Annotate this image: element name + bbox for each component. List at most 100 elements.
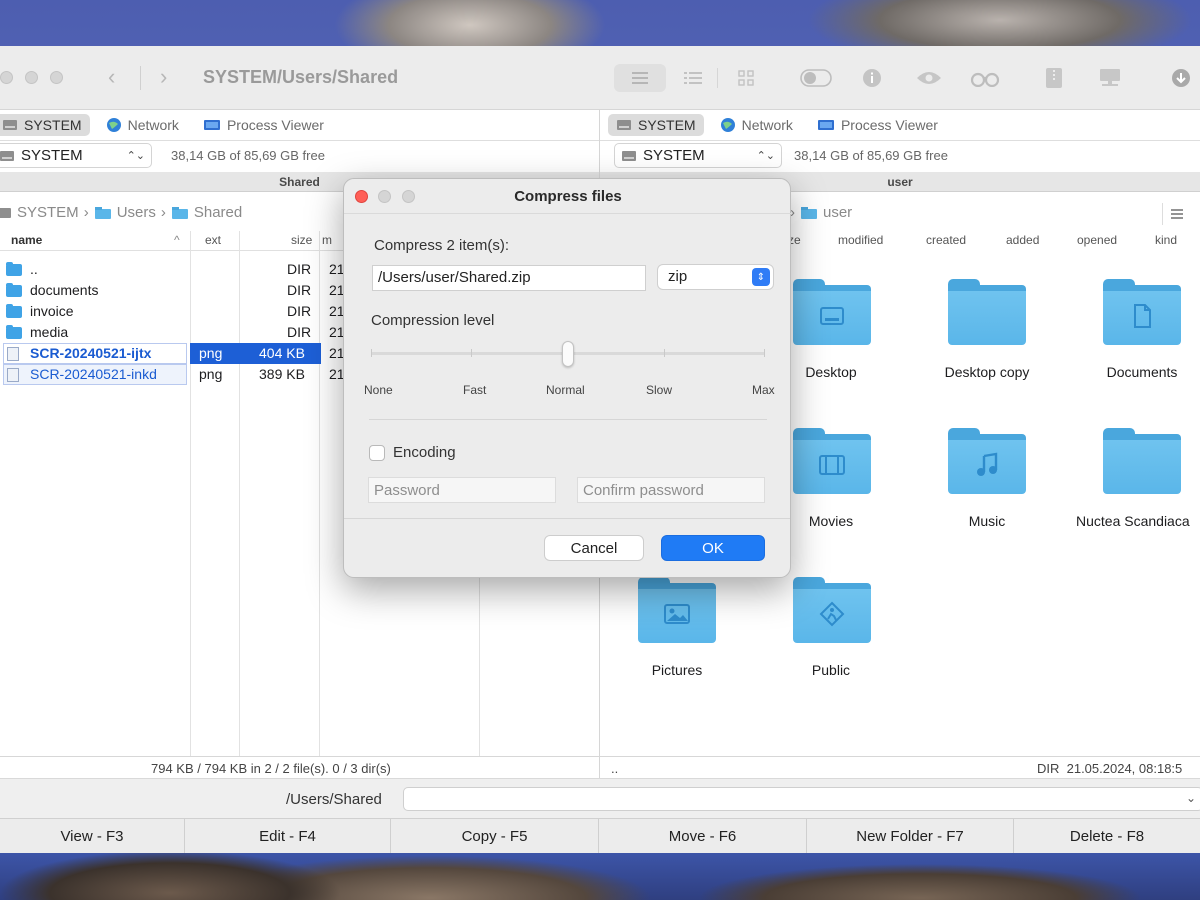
command-input[interactable]	[403, 787, 1200, 811]
slider-tick	[371, 349, 372, 357]
encoding-checkbox[interactable]	[369, 445, 385, 461]
divider	[0, 140, 1200, 141]
archive-path-input[interactable]: /Users/user/Shared.zip	[372, 265, 646, 291]
breadcrumb-item[interactable]: SYSTEM	[17, 204, 79, 221]
back-arrow-icon[interactable]: ‹	[108, 64, 115, 90]
full-view-icon[interactable]	[680, 64, 706, 92]
toggle-hidden-icon[interactable]	[799, 64, 833, 92]
col-size[interactable]: size	[291, 233, 312, 247]
folder-documents[interactable]	[1103, 279, 1183, 345]
picture-icon	[662, 599, 692, 629]
encoding-label: Encoding	[393, 444, 456, 461]
new-folder-button[interactable]: New Folder - F7	[807, 819, 1014, 853]
breadcrumb-item[interactable]: Shared	[194, 204, 242, 221]
col-modified[interactable]: modified	[838, 233, 883, 247]
music-note-icon	[972, 450, 1002, 480]
right-tab-system[interactable]: SYSTEM	[608, 114, 704, 136]
zoom-window-button[interactable]	[50, 71, 63, 84]
toolbar-divider	[717, 68, 718, 88]
edit-button[interactable]: Edit - F4	[185, 819, 391, 853]
right-drive-select[interactable]: SYSTEM ⌃⌄	[614, 143, 782, 168]
password-field[interactable]: Password	[368, 477, 556, 503]
minimize-window-button[interactable]	[25, 71, 38, 84]
level-fast: Fast	[463, 383, 487, 397]
compression-slider-knob[interactable]	[562, 341, 574, 367]
chevron-down-icon[interactable]: ⌄	[1186, 791, 1196, 805]
file-size: 389 KB	[259, 366, 305, 382]
confirm-password-field[interactable]: Confirm password	[577, 477, 765, 503]
tab-label: Process Viewer	[840, 117, 938, 133]
col-added[interactable]: added	[1006, 233, 1039, 247]
format-value: zip	[668, 268, 688, 285]
dialog-close-button[interactable]	[355, 190, 368, 203]
list-options-icon[interactable]	[1162, 203, 1190, 225]
col-kind[interactable]: kind	[1155, 233, 1177, 247]
image-file-icon	[7, 347, 19, 361]
brief-view-icon[interactable]	[614, 64, 666, 92]
folder-desktop[interactable]	[793, 279, 873, 345]
file-ext: png	[199, 345, 223, 361]
delete-button[interactable]: Delete - F8	[1014, 819, 1200, 853]
folder-icon	[94, 206, 111, 219]
file-name: media	[30, 324, 69, 340]
quick-look-eye-icon[interactable]	[915, 64, 943, 92]
right-tab-network[interactable]: Network	[712, 114, 801, 136]
nav-divider	[140, 66, 141, 90]
folder-public[interactable]	[793, 577, 873, 643]
thumbnail-view-icon[interactable]	[734, 64, 758, 92]
tab-label: SYSTEM	[24, 117, 82, 133]
info-icon[interactable]	[860, 64, 884, 92]
col-ext[interactable]: ext	[205, 233, 221, 247]
view-button[interactable]: View - F3	[0, 819, 185, 853]
left-tab-network[interactable]: Network	[98, 114, 187, 136]
level-none: None	[364, 383, 393, 397]
sort-ascending-icon: ^	[174, 233, 180, 247]
col-opened[interactable]: opened	[1077, 233, 1117, 247]
level-normal: Normal	[546, 383, 585, 397]
file-size: DIR	[287, 282, 312, 298]
left-tab-process-viewer[interactable]: Process Viewer	[195, 114, 332, 136]
file-size: 404 KB	[259, 345, 305, 361]
close-window-button[interactable]	[0, 71, 13, 84]
folder-music[interactable]	[948, 428, 1028, 494]
folder-icon	[6, 304, 22, 318]
breadcrumb-item[interactable]: Users	[117, 204, 156, 221]
breadcrumb-item[interactable]: user	[823, 204, 852, 221]
folder-icon	[6, 283, 22, 297]
document-icon	[1127, 301, 1157, 331]
folder-movies[interactable]	[793, 428, 873, 494]
folder-desktop-copy[interactable]	[948, 279, 1028, 345]
col-name[interactable]: name	[11, 233, 42, 247]
desktop-icon	[817, 301, 847, 331]
cancel-button[interactable]: Cancel	[544, 535, 644, 561]
film-icon	[817, 450, 847, 480]
search-binoculars-icon[interactable]	[968, 64, 1002, 92]
folder-nuctea-scandiaca[interactable]	[1103, 428, 1183, 494]
dialog-divider	[369, 419, 767, 420]
left-tabs: SYSTEM Network Process Viewer	[0, 110, 332, 140]
dialog-zoom-button[interactable]	[402, 190, 415, 203]
folder-pictures[interactable]	[638, 577, 718, 643]
forward-arrow-icon[interactable]: ›	[160, 64, 167, 90]
col-modified[interactable]: m	[322, 233, 332, 247]
col-created[interactable]: created	[926, 233, 966, 247]
drive-icon	[0, 207, 11, 218]
drive-label: SYSTEM	[21, 147, 83, 164]
slider-tick	[664, 349, 665, 357]
move-button[interactable]: Move - F6	[599, 819, 807, 853]
compression-level-label: Compression level	[371, 312, 495, 329]
left-tab-system[interactable]: SYSTEM	[0, 114, 90, 136]
dialog-minimize-button[interactable]	[378, 190, 391, 203]
right-tab-process-viewer[interactable]: Process Viewer	[809, 114, 946, 136]
left-drive-select[interactable]: SYSTEM ⌃⌄	[0, 143, 152, 168]
folder-icon	[6, 262, 22, 276]
drive-icon	[0, 150, 14, 161]
drive-icon	[3, 120, 17, 130]
network-drive-icon[interactable]	[1097, 64, 1123, 92]
format-select[interactable]: zip ⇕	[657, 264, 774, 290]
archive-icon[interactable]	[1043, 64, 1065, 92]
file-name: invoice	[30, 303, 74, 319]
copy-button[interactable]: Copy - F5	[391, 819, 599, 853]
ok-button[interactable]: OK	[661, 535, 765, 561]
download-icon[interactable]	[1168, 64, 1194, 92]
